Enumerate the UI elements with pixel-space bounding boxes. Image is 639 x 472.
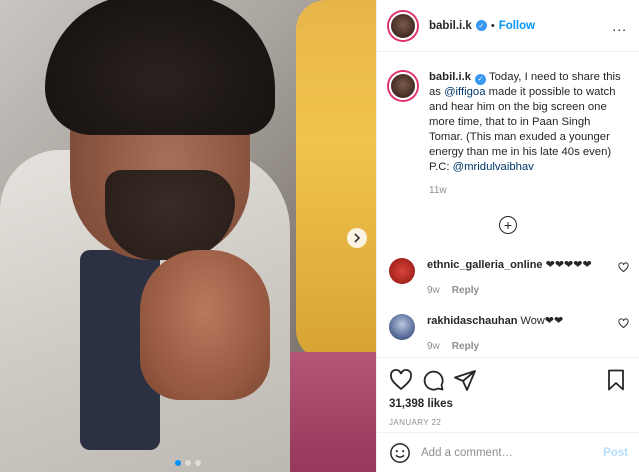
carousel-dots [175,460,201,466]
background-yellow-figure [296,0,376,360]
reply-button[interactable]: Reply [452,285,479,296]
load-more-comments-button[interactable]: + [499,216,517,234]
post-actions: 31,398 likes JANUARY 22 Post [377,357,639,472]
heart-icon[interactable] [618,262,629,276]
comment-meta: 9w Reply [427,283,592,298]
mention-link[interactable]: @iffigoa [444,86,485,98]
verified-badge-icon: ✓ [475,74,487,85]
caption-time[interactable]: 11w [429,185,639,196]
verified-badge-icon: ✓ [475,20,487,31]
chevron-right-icon[interactable] [347,228,367,248]
photo-hair [45,0,275,135]
mention-link[interactable]: @mridulvaibhav [453,161,534,173]
caption-text: babil.i.k ✓ Today, I need to share this a… [429,70,627,175]
post-date[interactable]: JANUARY 22 [377,418,639,427]
header-username[interactable]: babil.i.k [429,20,472,32]
avatar[interactable] [389,258,415,284]
heart-icon[interactable] [618,318,629,332]
comment-username[interactable]: ethnic_galleria_online [427,259,543,271]
post-caption: babil.i.k ✓ Today, I need to share this a… [377,52,639,175]
post-header: babil.i.k ✓ • Follow [377,0,639,52]
post-photo[interactable] [0,0,376,472]
emoji-icon[interactable] [389,442,411,464]
comment-text: ❤❤❤❤❤ [542,259,592,271]
header-separator: • [490,19,495,32]
comment-item: rakhidaschauhan Wow❤❤ 9w Reply [389,314,629,354]
caption-text-part: made it possible to watch and hear him o… [429,86,616,173]
comment-input[interactable] [421,446,591,459]
comment-time[interactable]: 9w [427,341,440,352]
comment-time[interactable]: 9w [427,285,440,296]
comment-meta: 9w Reply [427,339,563,354]
bookmark-icon[interactable] [604,368,628,392]
caption-username[interactable]: babil.i.k [429,71,471,83]
action-bar [377,358,639,394]
reply-button[interactable]: Reply [452,341,479,352]
post-comment-button[interactable]: Post [603,447,628,459]
carousel-dot [195,460,201,466]
paper-plane-icon[interactable] [453,368,477,392]
comment-icon[interactable] [421,368,445,392]
likes-count[interactable]: 31,398 likes [377,398,639,410]
comment-username[interactable]: rakhidaschauhan [427,315,517,327]
more-options-button[interactable]: ... [612,18,627,34]
add-comment-bar: Post [377,432,639,472]
follow-button[interactable]: Follow [499,20,535,32]
avatar[interactable] [389,11,417,40]
avatar[interactable] [389,314,415,340]
heart-icon[interactable] [389,368,413,392]
comment-item: ethnic_galleria_online ❤❤❤❤❤ 9w Reply [389,258,629,298]
post-side-panel: babil.i.k ✓ • Follow babil.i.k ✓ Today, I… [376,0,639,472]
comment-text: Wow❤❤ [517,315,564,327]
comment-body: rakhidaschauhan Wow❤❤ 9w Reply [427,314,563,354]
caption-avatar[interactable] [389,72,417,100]
carousel-dot [185,460,191,466]
photo-clasped-hands [140,250,270,400]
carousel-dot-active [175,460,181,466]
comment-body: ethnic_galleria_online ❤❤❤❤❤ 9w Reply [427,258,592,298]
